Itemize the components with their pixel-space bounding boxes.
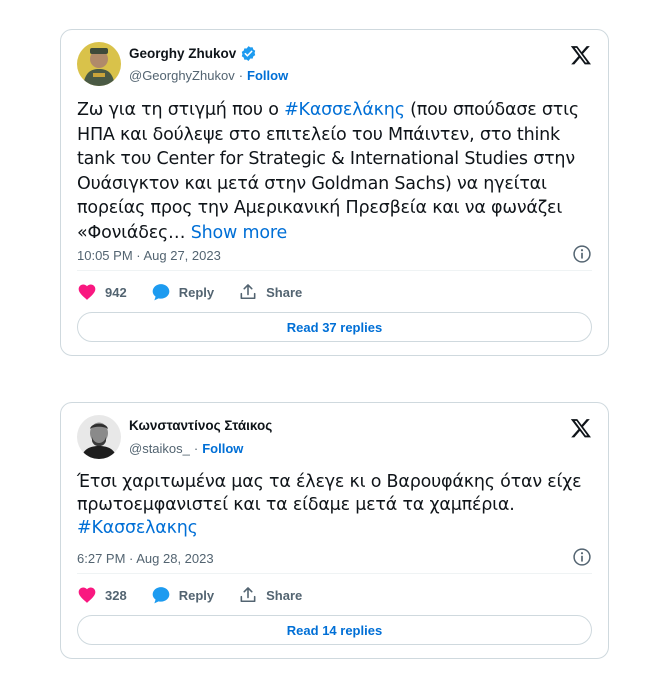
reply-button[interactable]: Reply: [151, 585, 214, 605]
avatar[interactable]: [77, 415, 121, 459]
tweet-text: Ζω για τη στιγμή που ο #Κασσελάκης (που …: [77, 98, 592, 245]
read-replies-button[interactable]: Read 37 replies: [77, 312, 592, 342]
text-segment: Ζω για τη στιγμή που ο: [77, 100, 285, 120]
tweet-text-line: Έτσι χαριτωμένα μας τα έλεγε κι ο Βαρουφ…: [77, 471, 592, 494]
share-icon: [238, 585, 258, 605]
follow-button[interactable]: Follow: [202, 441, 243, 456]
tweet-actions: 942 Reply Share: [77, 282, 326, 302]
separator: ·: [238, 68, 244, 83]
like-count: 942: [105, 284, 127, 300]
like-button[interactable]: 328: [77, 585, 127, 605]
verified-badge-icon: [240, 45, 257, 62]
author-name[interactable]: Κωνσταντίνος Στάικος: [129, 418, 272, 433]
hashtag-link[interactable]: #Κασσελακης: [77, 518, 198, 538]
heart-icon: [77, 282, 97, 302]
text-segment: (που σπούδασε στις: [404, 100, 579, 120]
text-segment: Ουάσιγκτον και μετά στην Goldman Sachs) …: [77, 173, 547, 194]
text-segment: πορείας προς την Αμερικανική Πρεσβεία κα…: [77, 198, 563, 218]
avatar[interactable]: [77, 42, 121, 86]
separator: ·: [193, 441, 199, 456]
reply-label: Reply: [178, 284, 215, 300]
tweet-text-line: Ζω για τη στιγμή που ο #Κασσελάκης (που …: [77, 98, 592, 123]
share-icon: [238, 282, 258, 302]
text-segment: «Φονιάδες…: [77, 222, 191, 243]
text-segment: ΗΠΑ και δούλεψε στο επιτελείο του Μπάιντ…: [77, 124, 560, 145]
author-handle[interactable]: @GeorghyZhukov: [129, 68, 235, 83]
text-segment: πρωτοεμφανιστεί και τα είδαμε μετά τα χα…: [77, 495, 515, 515]
tweet-timestamp[interactable]: 6:27 PM · Aug 28, 2023: [77, 551, 214, 566]
tweet-text-line: tank του Center for Strategic & Internat…: [77, 147, 592, 172]
reply-button[interactable]: Reply: [151, 282, 214, 302]
share-button[interactable]: Share: [238, 282, 302, 302]
share-label: Share: [266, 587, 303, 603]
tweet-text-line: ΗΠΑ και δούλεψε στο επιτελείο του Μπάιντ…: [77, 123, 592, 148]
tweet-text-line: Ουάσιγκτον και μετά στην Goldman Sachs) …: [77, 172, 592, 197]
author-name[interactable]: Georghy Zhukov: [129, 46, 236, 61]
tweet-text-line: #Κασσελακης: [77, 517, 592, 540]
text-segment: Έτσι χαριτωμένα μας τα έλεγε κι ο Βαρουφ…: [77, 472, 582, 492]
share-button[interactable]: Share: [238, 585, 302, 605]
tweet-text-line: πρωτοεμφανιστεί και τα είδαμε μετά τα χα…: [77, 494, 592, 517]
reply-bubble-icon: [151, 282, 171, 302]
info-icon[interactable]: [572, 244, 592, 264]
tweet-timestamp[interactable]: 10:05 PM · Aug 27, 2023: [77, 248, 221, 263]
author-handle[interactable]: @staikos_: [129, 441, 190, 456]
heart-icon: [77, 585, 97, 605]
text-segment: tank του Center for Strategic & Internat…: [77, 149, 575, 169]
x-logo-icon[interactable]: [570, 44, 592, 66]
tweet-actions: 328 Reply Share: [77, 585, 326, 605]
divider: [77, 573, 592, 574]
show-more-link[interactable]: Show more: [191, 223, 288, 243]
hashtag-link[interactable]: #Κασσελάκης: [284, 100, 405, 120]
like-button[interactable]: 942: [77, 282, 127, 302]
tweet-text: Έτσι χαριτωμένα μας τα έλεγε κι ο Βαρουφ…: [77, 471, 592, 540]
tweet-text-line: πορείας προς την Αμερικανική Πρεσβεία κα…: [77, 196, 592, 221]
reply-bubble-icon: [151, 585, 171, 605]
x-logo-icon[interactable]: [570, 417, 592, 439]
follow-button[interactable]: Follow: [247, 68, 288, 83]
read-replies-button[interactable]: Read 14 replies: [77, 615, 592, 645]
share-label: Share: [266, 284, 303, 300]
tweet-card[interactable]: Georghy Zhukov @GeorghyZhukov · Follow Ζ…: [60, 29, 609, 356]
tweet-text-line: «Φονιάδες… Show more: [77, 221, 592, 246]
reply-label: Reply: [178, 587, 215, 603]
info-icon[interactable]: [572, 547, 592, 567]
like-count: 328: [105, 587, 127, 603]
tweet-card[interactable]: Κωνσταντίνος Στάικος @staikos_ · Follow …: [60, 402, 609, 659]
divider: [77, 270, 592, 271]
